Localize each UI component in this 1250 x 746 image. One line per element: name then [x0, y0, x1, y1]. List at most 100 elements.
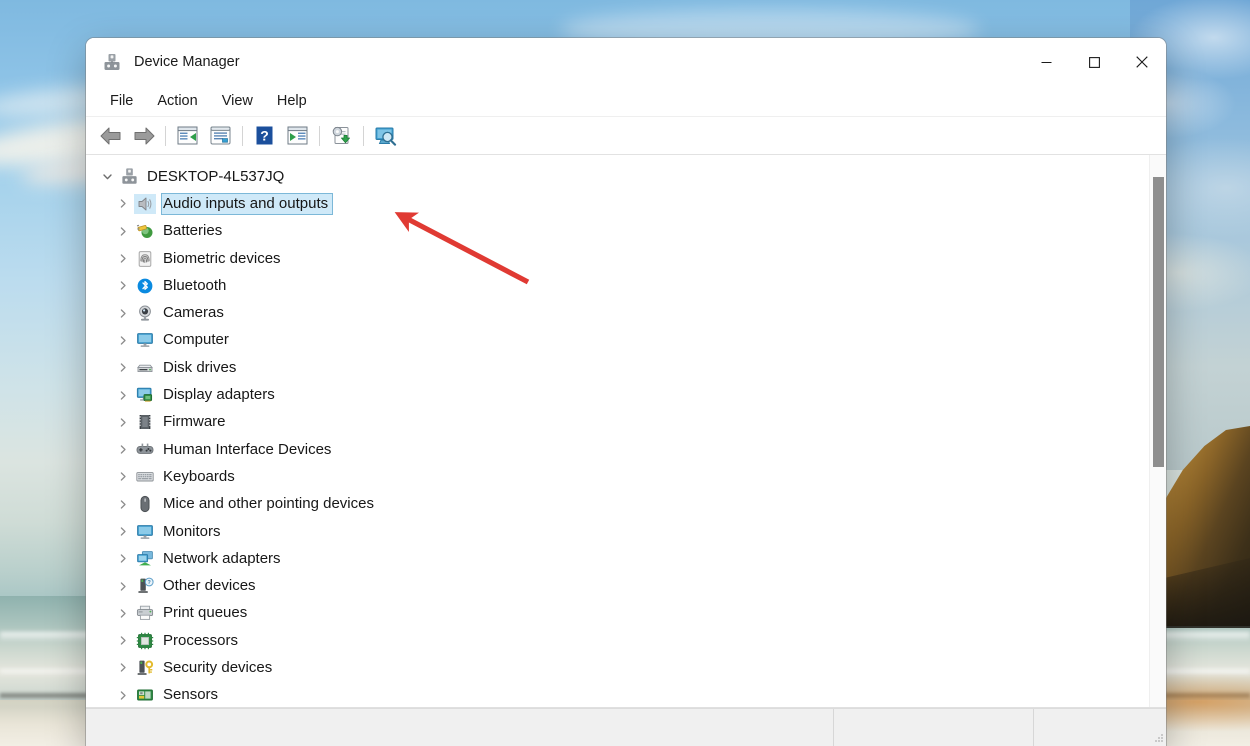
tree-item-bluetooth[interactable]: Bluetooth — [86, 272, 1149, 299]
chevron-right-icon[interactable] — [112, 444, 134, 455]
desktop-wallpaper: Device Manager — [0, 0, 1250, 746]
back-arrow-icon — [100, 127, 122, 145]
tree-item-label: Sensors — [162, 685, 222, 705]
processor-icon — [134, 631, 156, 651]
chevron-right-icon[interactable] — [112, 471, 134, 482]
scan-hardware-icon — [331, 126, 353, 146]
sensor-icon — [134, 685, 156, 705]
svg-text:?: ? — [260, 127, 269, 143]
security-key-icon — [134, 658, 156, 678]
tree-item-other-devices[interactable]: ? Other devices — [86, 572, 1149, 599]
status-pane-right — [1034, 709, 1166, 746]
chevron-right-icon[interactable] — [112, 253, 134, 264]
chevron-right-icon[interactable] — [112, 690, 134, 701]
chevron-right-icon[interactable] — [112, 308, 134, 319]
status-pane-middle — [834, 709, 1034, 746]
vertical-scrollbar[interactable] — [1149, 155, 1166, 707]
battery-icon — [134, 221, 156, 241]
display-adapter-icon — [134, 385, 156, 405]
chevron-right-icon[interactable] — [112, 280, 134, 291]
close-button[interactable] — [1118, 38, 1166, 86]
chevron-right-icon[interactable] — [112, 635, 134, 646]
chevron-down-icon[interactable] — [96, 171, 118, 182]
device-manager-window: Device Manager — [86, 38, 1166, 746]
device-tree[interactable]: DESKTOP-4L537JQ Audio inputs and o — [86, 155, 1149, 707]
network-adapter-icon — [134, 549, 156, 569]
tree-item-cameras[interactable]: Cameras — [86, 299, 1149, 326]
tree-item-monitors[interactable]: Monitors — [86, 518, 1149, 545]
menu-action[interactable]: Action — [147, 90, 207, 112]
toolbar-separator — [242, 126, 243, 146]
tree-item-computer[interactable]: Computer — [86, 327, 1149, 354]
tree-item-keyboards[interactable]: Keyboards — [86, 463, 1149, 490]
tree-item-print-queues[interactable]: Print queues — [86, 600, 1149, 627]
scan-hardware-changes-button[interactable] — [325, 121, 358, 151]
forward-arrow-icon — [133, 127, 155, 145]
tree-item-display-adapters[interactable]: Display adapters — [86, 381, 1149, 408]
mouse-icon — [134, 494, 156, 514]
menu-view[interactable]: View — [212, 90, 263, 112]
tree-item-human-interface-devices[interactable]: Human Interface Devices — [86, 436, 1149, 463]
chevron-right-icon[interactable] — [112, 417, 134, 428]
close-icon — [1136, 56, 1148, 68]
chevron-right-icon[interactable] — [112, 553, 134, 564]
chevron-right-icon[interactable] — [112, 526, 134, 537]
minimize-button[interactable] — [1022, 38, 1070, 86]
tree-item-label: Monitors — [162, 522, 225, 542]
chevron-right-icon[interactable] — [112, 362, 134, 373]
title-bar: Device Manager — [86, 38, 1166, 86]
toolbar-separator — [363, 126, 364, 146]
tree-item-security-devices[interactable]: Security devices — [86, 654, 1149, 681]
toolbar-separator — [319, 126, 320, 146]
tree-root-item[interactable]: DESKTOP-4L537JQ — [86, 163, 1149, 190]
tree-item-sensors[interactable]: Sensors — [86, 682, 1149, 707]
devices-by-connection-button[interactable] — [369, 121, 402, 151]
back-button[interactable] — [94, 121, 127, 151]
chevron-right-icon[interactable] — [112, 390, 134, 401]
tree-item-network-adapters[interactable]: Network adapters — [86, 545, 1149, 572]
tree-item-label: Mice and other pointing devices — [162, 494, 378, 514]
menu-file[interactable]: File — [100, 90, 143, 112]
menu-help[interactable]: Help — [267, 90, 317, 112]
printer-icon — [134, 603, 156, 623]
monitor-icon — [134, 522, 156, 542]
tree-item-biometric-devices[interactable]: Biometric devices — [86, 245, 1149, 272]
tree-item-label: Display adapters — [162, 385, 279, 405]
tree-item-label: Human Interface Devices — [162, 440, 335, 460]
help-button[interactable]: ? — [248, 121, 281, 151]
scrollbar-thumb[interactable] — [1153, 177, 1164, 467]
show-hide-console-tree-button[interactable] — [171, 121, 204, 151]
chevron-right-icon[interactable] — [112, 198, 134, 209]
chevron-right-icon[interactable] — [112, 226, 134, 237]
tree-item-processors[interactable]: Processors — [86, 627, 1149, 654]
update-driver-button[interactable] — [281, 121, 314, 151]
tree-item-label: Bluetooth — [162, 276, 230, 296]
update-driver-icon — [287, 126, 308, 145]
tree-item-batteries[interactable]: Batteries — [86, 218, 1149, 245]
chevron-right-icon[interactable] — [112, 499, 134, 510]
gamepad-icon — [134, 440, 156, 460]
computer-root-icon — [118, 167, 140, 187]
window-title: Device Manager — [134, 54, 240, 70]
resize-grip-icon[interactable] — [1152, 731, 1164, 743]
window-controls — [1022, 38, 1166, 86]
chevron-right-icon[interactable] — [112, 335, 134, 346]
chevron-right-icon[interactable] — [112, 608, 134, 619]
console-tree-icon — [177, 126, 198, 145]
tree-item-label: Cameras — [162, 303, 228, 323]
tree-item-label: Security devices — [162, 658, 276, 678]
tree-item-firmware[interactable]: Firmware — [86, 409, 1149, 436]
tree-item-label: Other devices — [162, 576, 260, 596]
chevron-right-icon[interactable] — [112, 662, 134, 673]
tree-item-mice-and-other-pointing-devices[interactable]: Mice and other pointing devices — [86, 491, 1149, 518]
device-manager-icon — [102, 52, 122, 72]
chevron-right-icon[interactable] — [112, 581, 134, 592]
tree-item-disk-drives[interactable]: Disk drives — [86, 354, 1149, 381]
maximize-button[interactable] — [1070, 38, 1118, 86]
tree-item-label: Batteries — [162, 221, 226, 241]
maximize-icon — [1089, 57, 1100, 68]
forward-button[interactable] — [127, 121, 160, 151]
tree-item-audio-inputs-and-outputs[interactable]: Audio inputs and outputs — [86, 190, 1149, 217]
properties-button[interactable] — [204, 121, 237, 151]
camera-icon — [134, 303, 156, 323]
